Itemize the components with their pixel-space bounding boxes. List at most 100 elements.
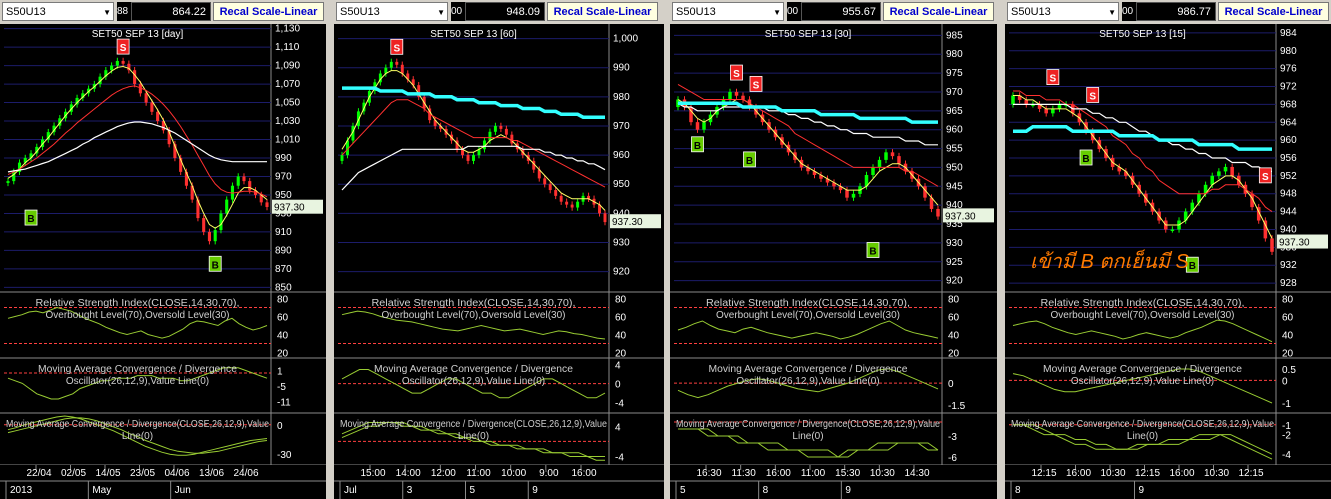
chart-svg: 9209309409509609709809901,000SET50 SEP 1…: [334, 24, 664, 499]
x-tick-label: 23/05: [130, 468, 155, 479]
macd-oscillator-title: Moving Average Convergence / Divergence: [709, 364, 908, 375]
y-tick-label: 964: [1280, 117, 1297, 128]
macd-title: Moving Average Convergence / Divergence(…: [676, 419, 940, 430]
chevron-down-icon[interactable]: ▼: [437, 3, 445, 22]
y-tick-label: 80: [948, 295, 960, 306]
candle-body: [213, 230, 217, 242]
panel-divider[interactable]: [997, 0, 1005, 499]
y-tick-label: 970: [275, 171, 292, 182]
y-tick-label: -4: [615, 399, 624, 410]
period-label: 3: [407, 485, 413, 496]
rsi-title: Overbought Level(70),Oversold Level(30): [716, 310, 900, 321]
y-tick-label: 1,000: [613, 34, 638, 45]
y-tick-label: 960: [946, 125, 963, 136]
macd-oscillator-title: Moving Average Convergence / Divergence: [38, 364, 237, 375]
y-tick-label: 1: [277, 366, 283, 377]
candle-body: [110, 65, 114, 71]
candle-body: [202, 218, 206, 232]
candle-body: [150, 102, 154, 112]
y-tick-label: -4: [615, 452, 624, 463]
chevron-down-icon[interactable]: ▼: [103, 3, 111, 22]
recal-scale-button[interactable]: Recal Scale-Linear: [213, 2, 324, 21]
y-tick-label: -5: [277, 382, 286, 393]
rsi-title: Overbought Level(70),Oversold Level(30): [1051, 310, 1235, 321]
y-tick-label: 950: [946, 162, 963, 173]
chevron-down-icon[interactable]: ▼: [773, 3, 781, 22]
symbol-select[interactable]: S50U13 ▼: [672, 2, 784, 21]
y-tick-label: 920: [946, 276, 963, 287]
candle-body: [400, 64, 404, 74]
x-tick-label: 9:00: [539, 468, 559, 479]
y-tick-label: 0: [948, 379, 954, 390]
candle-body: [695, 122, 700, 130]
x-tick-label: 10:00: [501, 468, 526, 479]
panel-toolbar: S50U13 ▼ 00 948.09 Recal Scale-Linear: [334, 0, 664, 24]
last-price-label: 937.30: [274, 203, 305, 214]
macd-oscillator-title: Moving Average Convergence / Divergence: [374, 364, 573, 375]
candle-body: [1044, 108, 1048, 114]
rsi-title: Overbought Level(70),Oversold Level(30): [46, 310, 230, 321]
chevron-down-icon[interactable]: ▼: [1108, 3, 1116, 22]
recal-scale-button[interactable]: Recal Scale-Linear: [547, 2, 658, 21]
chart-title: SET50 SEP 13 [60]: [430, 29, 517, 40]
candle-body: [219, 213, 223, 231]
x-tick-label: 10:30: [1100, 468, 1125, 479]
candle-body: [488, 131, 492, 141]
x-tick-label: 16:00: [766, 468, 791, 479]
recal-scale-button[interactable]: Recal Scale-Linear: [1218, 2, 1329, 21]
y-tick-label: 976: [1280, 64, 1297, 75]
panel-toolbar: S50U13 ▼ 00 955.67 Recal Scale-Linear: [670, 0, 997, 24]
candle-body: [548, 184, 552, 191]
y-tick-label: 925: [946, 257, 963, 268]
y-tick-label: 930: [613, 237, 630, 248]
chart-panel-30: S50U13 ▼ 00 955.67 Recal Scale-Linear 920 925 9…: [670, 0, 997, 499]
y-tick-label: -1.5: [948, 401, 966, 412]
symbol-select[interactable]: S50U13 ▼: [336, 2, 448, 21]
chart-panel-day: S50U13 ▼ 88 864.22 Recal Scale-Linear 850 870 8…: [0, 0, 326, 499]
signal-label: S: [753, 80, 760, 91]
panel-divider[interactable]: [326, 0, 334, 499]
y-tick-label: 40: [615, 331, 627, 342]
rsi-title: Relative Strength Index(CLOSE,14,30,70),: [36, 298, 240, 309]
last-price-label: 937.30: [1279, 238, 1310, 249]
symbol-select[interactable]: S50U13 ▼: [1007, 2, 1119, 21]
header-price: 864.22: [131, 2, 211, 21]
y-tick-label: 0: [277, 421, 283, 432]
candle-body: [472, 155, 475, 161]
recal-scale-button[interactable]: Recal Scale-Linear: [883, 2, 994, 21]
y-tick-label: 80: [277, 295, 289, 306]
candle-body: [207, 231, 211, 242]
x-tick-label: 14/05: [95, 468, 120, 479]
period-label: Jul: [344, 485, 357, 496]
y-tick-label: 20: [615, 349, 627, 360]
y-tick-label: 0.5: [1282, 365, 1296, 376]
x-tick-label: 11:00: [466, 468, 491, 479]
y-tick-label: 952: [1280, 171, 1297, 182]
x-tick-label: 10:30: [870, 468, 895, 479]
candle-body: [115, 60, 119, 66]
candle-body: [236, 176, 240, 186]
y-tick-label: 80: [1282, 295, 1294, 306]
y-tick-label: 1,030: [275, 116, 300, 127]
macd-title: Line(0): [122, 431, 153, 442]
candle-body: [1057, 104, 1062, 109]
candle-body: [144, 93, 148, 103]
candle-body: [225, 199, 229, 214]
x-tick-label: 15:30: [835, 468, 860, 479]
signal-label: B: [746, 156, 753, 167]
y-tick-label: 20: [948, 349, 960, 360]
candle-body: [871, 167, 875, 175]
macd-oscillator-title: Moving Average Convergence / Divergence: [1043, 364, 1242, 375]
candle-body: [248, 181, 252, 191]
y-tick-label: 890: [275, 245, 292, 256]
y-tick-label: 948: [1280, 189, 1297, 200]
symbol-select[interactable]: S50U13 ▼: [2, 2, 114, 21]
y-tick-label: 965: [946, 106, 963, 117]
y-tick-label: 940: [1280, 224, 1297, 235]
candle-body: [543, 178, 547, 185]
y-tick-label: 1,130: [275, 24, 300, 35]
y-tick-label: 980: [1280, 46, 1297, 57]
candle-body: [389, 61, 393, 68]
y-tick-label: 990: [613, 63, 630, 74]
period-label: 5: [470, 485, 476, 496]
